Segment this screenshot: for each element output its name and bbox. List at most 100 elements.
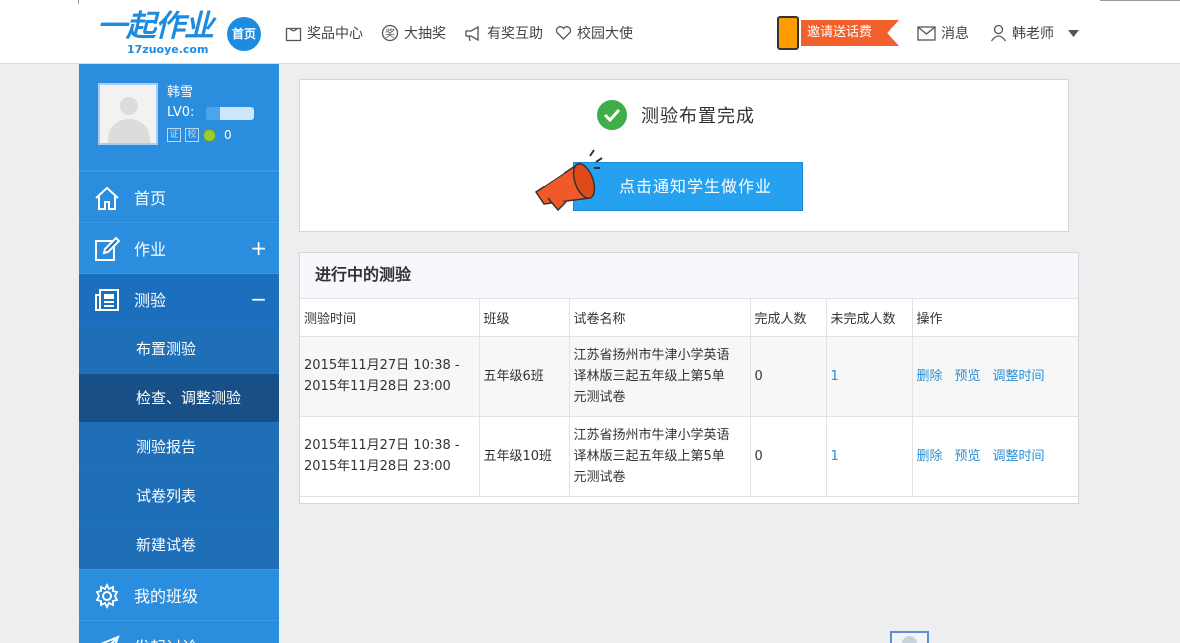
table-header-row: 测验时间 班级 试卷名称 完成人数 未完成人数 操作 — [300, 299, 1078, 337]
user-icon — [990, 24, 1007, 42]
sidebar-item-discussion[interactable]: 发起讨论 — [79, 620, 279, 643]
sidebar-item-test[interactable]: 测验 − — [79, 273, 279, 324]
megaphone-icon — [465, 25, 479, 41]
delete-link[interactable]: 删除 — [917, 449, 943, 464]
paper-name-cell: 江苏省扬州市牛津小学英语 译林版三起五年级上第5单 元测试卷 — [569, 416, 751, 497]
gift-icon — [285, 27, 302, 41]
window-edge — [1100, 0, 1180, 1]
sidebar-item-label: 作业 — [134, 240, 167, 259]
nav-lottery[interactable]: 奖 大抽奖 — [381, 22, 446, 44]
widget-icon — [902, 636, 917, 643]
level-progress-bar — [206, 107, 254, 120]
floating-widget[interactable] — [890, 631, 929, 643]
success-message: 测验布置完成 — [597, 100, 755, 130]
adjust-time-link[interactable]: 调整时间 — [993, 449, 1045, 464]
time-end: 2015年11月28日 23:00 — [304, 459, 451, 474]
sidebar-subitem-paper-list[interactable]: 试卷列表 — [79, 471, 279, 520]
preview-link[interactable]: 预览 — [955, 369, 981, 384]
sidebar-item-label: 发起讨论 — [134, 634, 198, 643]
svg-text:奖: 奖 — [385, 27, 395, 40]
sidebar-subitem-test-report[interactable]: 测验报告 — [79, 422, 279, 471]
collapse-minus-icon[interactable]: − — [250, 287, 267, 311]
sidebar-subitem-new-paper[interactable]: 新建试卷 — [79, 520, 279, 569]
top-bar: 一起作业 17zuoye.com 首页 奖品中心 奖 大抽奖 有奖互助 校园大使… — [0, 0, 1180, 64]
success-title: 测验布置完成 — [641, 106, 755, 127]
paper-name-line: 江苏省扬州市牛津小学英语 — [573, 427, 730, 443]
gear-icon — [95, 583, 119, 609]
paper-name-line: 元测试卷 — [573, 469, 626, 485]
school-badge: 校 — [185, 128, 199, 142]
avatar[interactable] — [98, 83, 158, 145]
sidebar-item-label: 我的班级 — [134, 587, 199, 606]
window-edge — [78, 0, 79, 4]
paper-plane-icon — [100, 635, 120, 643]
paper-name-cell: 江苏省扬州市牛津小学英语 译林版三起五年级上第5单 元测试卷 — [569, 336, 751, 417]
class-cell: 五年级6班 — [479, 336, 570, 417]
heart-icon — [555, 26, 572, 40]
paper-name-line: 江苏省扬州市牛津小学英语 — [573, 347, 730, 363]
paper-name-line: 译林版三起五年级上第5单 — [573, 448, 725, 464]
chevron-down-icon[interactable] — [1068, 29, 1079, 37]
sidebar-item-label: 首页 — [134, 189, 167, 208]
expand-plus-icon[interactable]: + — [250, 236, 267, 260]
profile-card: 韩雪 LV0: 证 校 0 — [79, 64, 279, 171]
profile-badges: 证 校 0 — [167, 128, 232, 142]
preview-link[interactable]: 预览 — [955, 449, 981, 464]
megaphone-icon — [534, 149, 603, 212]
messages-link[interactable]: 消息 — [917, 22, 969, 44]
done-count-cell: 0 — [750, 416, 827, 497]
profile-level: LV0: — [167, 105, 195, 120]
assign-success-card: 测验布置完成 点击通知学生做作业 — [299, 79, 1069, 232]
time-start: 2015年11月27日 10:38 - — [304, 358, 460, 373]
time-start: 2015年11月27日 10:38 - — [304, 438, 460, 453]
table-row: 2015年11月27日 10:38 - 2015年11月28日 23:00 五年级… — [300, 336, 1078, 417]
sidebar-item-my-class[interactable]: 我的班级 — [79, 569, 279, 620]
column-header: 测验时间 — [300, 299, 480, 337]
undone-count-cell[interactable]: 1 — [826, 416, 913, 497]
column-header: 试卷名称 — [569, 299, 751, 337]
column-header: 未完成人数 — [826, 299, 913, 337]
invite-banner[interactable]: 邀请送话费 — [777, 16, 899, 50]
user-menu[interactable]: 韩老师 — [990, 22, 1084, 44]
adjust-time-link[interactable]: 调整时间 — [993, 369, 1045, 384]
edit-icon — [95, 236, 120, 261]
mail-icon — [917, 25, 936, 41]
sidebar-item-homework[interactable]: 作业 + — [79, 222, 279, 273]
nav-label: 奖品中心 — [307, 26, 363, 42]
table-row: 2015年11月27日 10:38 - 2015年11月28日 23:00 五年级… — [300, 416, 1078, 497]
home-icon — [95, 186, 119, 210]
home-badge[interactable]: 首页 — [227, 17, 261, 51]
column-header: 操作 — [912, 299, 1078, 337]
sidebar-item-label: 测验 — [134, 291, 167, 310]
invite-label: 邀请送话费 — [801, 20, 899, 46]
nav-label: 有奖互助 — [487, 26, 543, 42]
logo-domain: 17zuoye.com — [127, 43, 209, 56]
test-time-cell: 2015年11月27日 10:38 - 2015年11月28日 23:00 — [300, 336, 480, 417]
actions-cell: 删除 预览 调整时间 — [912, 336, 1078, 417]
phone-icon — [777, 16, 799, 50]
notify-students-button[interactable]: 点击通知学生做作业 — [573, 162, 803, 211]
user-name: 韩老师 — [1012, 26, 1054, 42]
time-end: 2015年11月28日 23:00 — [304, 379, 451, 394]
profile-name: 韩雪 — [167, 85, 194, 100]
bean-icon — [203, 128, 216, 142]
undone-count-cell[interactable]: 1 — [826, 336, 913, 417]
site-logo[interactable]: 一起作业 17zuoye.com 首页 — [97, 10, 267, 58]
paper-name-line: 元测试卷 — [573, 389, 626, 405]
actions-cell: 删除 预览 调整时间 — [912, 416, 1078, 497]
nav-label: 大抽奖 — [404, 26, 446, 42]
sidebar-subitem-assign-test[interactable]: 布置测验 — [79, 324, 279, 373]
logo-text: 一起作业 — [97, 9, 214, 44]
messages-label: 消息 — [941, 26, 969, 42]
tests-table: 测验时间 班级 试卷名称 完成人数 未完成人数 操作 2015年11月27日 1… — [300, 299, 1078, 497]
sidebar-subitem-check-adjust-test[interactable]: 检查、调整测验 — [79, 373, 279, 422]
certified-badge: 证 — [167, 128, 181, 142]
delete-link[interactable]: 删除 — [917, 369, 943, 384]
column-header: 完成人数 — [750, 299, 827, 337]
check-circle-icon — [597, 100, 627, 130]
nav-prize-center[interactable]: 奖品中心 — [285, 22, 363, 44]
sidebar-item-home[interactable]: 首页 — [79, 171, 279, 222]
nav-mutual-help[interactable]: 有奖互助 — [464, 22, 543, 44]
nav-campus-ambassador[interactable]: 校园大使 — [555, 22, 633, 44]
sidebar: 韩雪 LV0: 证 校 0 首页 作业 + 测验 − 布置测验 检查、调整测验 … — [79, 64, 279, 643]
